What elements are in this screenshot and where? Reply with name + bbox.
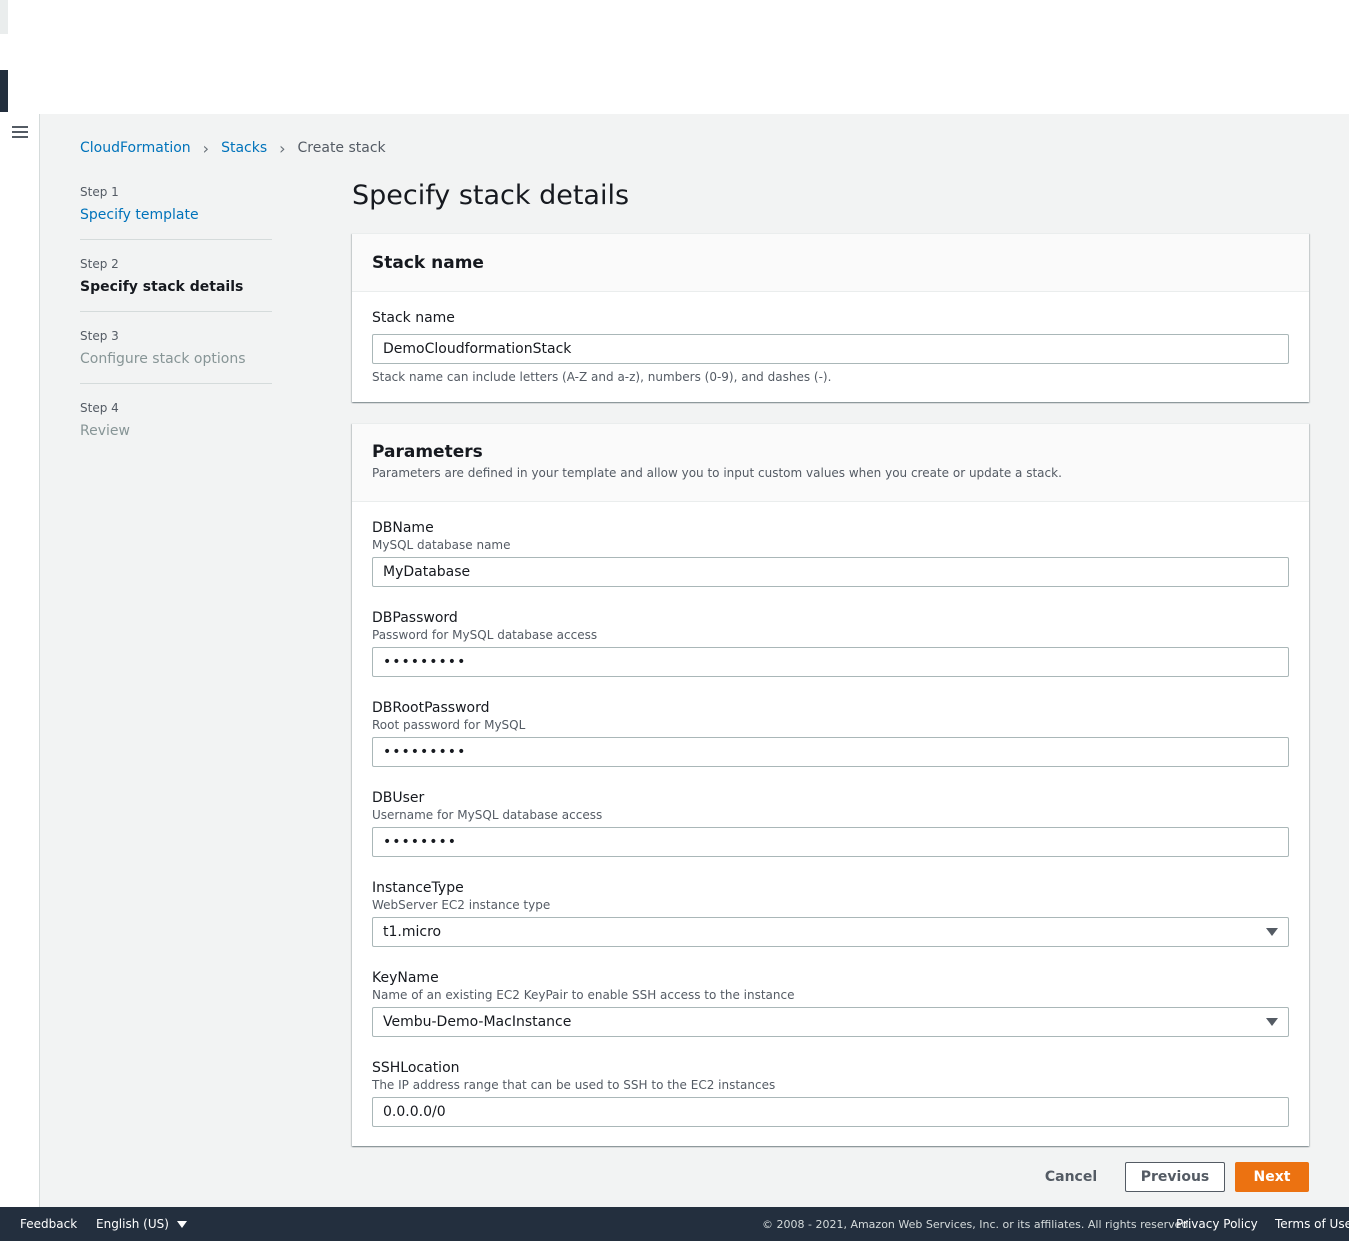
side-navigation-rail xyxy=(0,114,40,1207)
stack-name-input[interactable]: DemoCloudformationStack xyxy=(372,334,1289,364)
field-label: DBPassword xyxy=(372,610,458,626)
step-number: Step 2 xyxy=(80,257,119,271)
console-nav-edge xyxy=(0,70,8,112)
chevron-right-icon: › xyxy=(279,138,286,158)
field-label: DBUser xyxy=(372,790,425,806)
feedback-link[interactable]: Feedback xyxy=(20,1207,77,1241)
wizard-step-4: Step 4 Review xyxy=(80,400,272,456)
caret-down-icon xyxy=(1266,928,1278,936)
field-description: WebServer EC2 instance type xyxy=(372,898,551,912)
param-instancetype: InstanceType WebServer EC2 instance type… xyxy=(372,879,1289,969)
field-description: MySQL database name xyxy=(372,538,511,552)
copyright-text: © 2008 - 2021, Amazon Web Services, Inc.… xyxy=(762,1217,1192,1231)
field-label: SSHLocation xyxy=(372,1060,460,1076)
select-value: t1.micro xyxy=(383,924,442,940)
panel-header: Parameters Parameters are defined in you… xyxy=(352,424,1309,502)
sshlocation-input[interactable]: 0.0.0.0/0 xyxy=(372,1097,1289,1127)
breadcrumb-current: Create stack xyxy=(297,140,386,156)
field-label: DBName xyxy=(372,520,434,536)
wizard-step-2: Step 2 Specify stack details xyxy=(80,256,272,312)
panel-description: Parameters are defined in your template … xyxy=(372,466,1062,480)
instancetype-select[interactable]: t1.micro xyxy=(372,917,1289,947)
wizard-step-1: Step 1 Specify template xyxy=(80,184,272,240)
privacy-policy-link[interactable]: Privacy Policy xyxy=(1176,1207,1258,1241)
field-description: Password for MySQL database access xyxy=(372,628,598,642)
select-value: Vembu-Demo-MacInstance xyxy=(383,1014,572,1030)
panel-title: Parameters xyxy=(372,442,483,462)
step-label-configure-options: Configure stack options xyxy=(80,351,246,367)
chevron-right-icon: › xyxy=(202,138,210,158)
field-description: The IP address range that can be used to… xyxy=(372,1078,776,1092)
param-dbname: DBName MySQL database name MyDatabase xyxy=(372,519,1289,609)
top-strip xyxy=(0,0,8,34)
breadcrumb-cloudformation[interactable]: CloudFormation xyxy=(80,140,191,156)
breadcrumb-stacks[interactable]: Stacks xyxy=(221,140,267,156)
field-description: Name of an existing EC2 KeyPair to enabl… xyxy=(372,988,795,1002)
param-sshlocation: SSHLocation The IP address range that ca… xyxy=(372,1059,1289,1149)
field-description: Username for MySQL database access xyxy=(372,808,603,822)
field-label: InstanceType xyxy=(372,880,464,896)
dbname-input[interactable]: MyDatabase xyxy=(372,557,1289,587)
step-current-label: Specify stack details xyxy=(80,279,244,295)
dbuser-input[interactable]: •••••••• xyxy=(372,827,1289,857)
param-dbrootpassword: DBRootPassword Root password for MySQL •… xyxy=(372,699,1289,789)
step-number: Step 1 xyxy=(80,185,119,199)
field-label: KeyName xyxy=(372,970,439,986)
parameters-panel: Parameters Parameters are defined in you… xyxy=(352,423,1309,1146)
cancel-button[interactable]: Cancel xyxy=(1040,1162,1102,1192)
page-title: Specify stack details xyxy=(352,180,630,211)
wizard-step-3: Step 3 Configure stack options xyxy=(80,328,272,384)
console-footer: Feedback English (US) © 2008 - 2021, Ama… xyxy=(0,1207,1349,1241)
language-label: English (US) xyxy=(96,1217,169,1231)
wizard-steps: Step 1 Specify template Step 2 Specify s… xyxy=(80,184,272,472)
param-keyname: KeyName Name of an existing EC2 KeyPair … xyxy=(372,969,1289,1059)
field-label: DBRootPassword xyxy=(372,700,490,716)
dbrootpassword-input[interactable]: ••••••••• xyxy=(372,737,1289,767)
terms-of-use-link[interactable]: Terms of Use xyxy=(1275,1207,1349,1241)
param-dbpassword: DBPassword Password for MySQL database a… xyxy=(372,609,1289,699)
menu-icon[interactable] xyxy=(12,126,28,140)
caret-down-icon xyxy=(1266,1018,1278,1026)
caret-down-icon xyxy=(176,1220,187,1228)
language-selector[interactable]: English (US) xyxy=(96,1207,187,1241)
param-dbuser: DBUser Username for MySQL database acces… xyxy=(372,789,1289,879)
step-label-review: Review xyxy=(80,423,130,439)
keyname-select[interactable]: Vembu-Demo-MacInstance xyxy=(372,1007,1289,1037)
breadcrumb: CloudFormation › Stacks › Create stack xyxy=(80,138,386,158)
previous-button[interactable]: Previous xyxy=(1125,1162,1225,1192)
dbpassword-input[interactable]: ••••••••• xyxy=(372,647,1289,677)
stack-name-field: Stack name DemoCloudformationStack Stack… xyxy=(372,309,1289,384)
next-button[interactable]: Next xyxy=(1235,1162,1309,1192)
step-number: Step 3 xyxy=(80,329,119,343)
panel-body: Stack name DemoCloudformationStack Stack… xyxy=(352,292,1309,384)
field-constraint: Stack name can include letters (A-Z and … xyxy=(372,370,832,384)
stack-name-panel: Stack name Stack name DemoCloudformation… xyxy=(352,233,1309,402)
field-label: Stack name xyxy=(372,310,455,326)
step-link-specify-template[interactable]: Specify template xyxy=(80,204,272,226)
panel-header: Stack name xyxy=(352,234,1309,292)
step-number: Step 4 xyxy=(80,401,119,415)
panel-title: Stack name xyxy=(372,252,484,273)
panel-body: DBName MySQL database name MyDatabase DB… xyxy=(352,502,1309,1149)
field-description: Root password for MySQL xyxy=(372,718,526,732)
